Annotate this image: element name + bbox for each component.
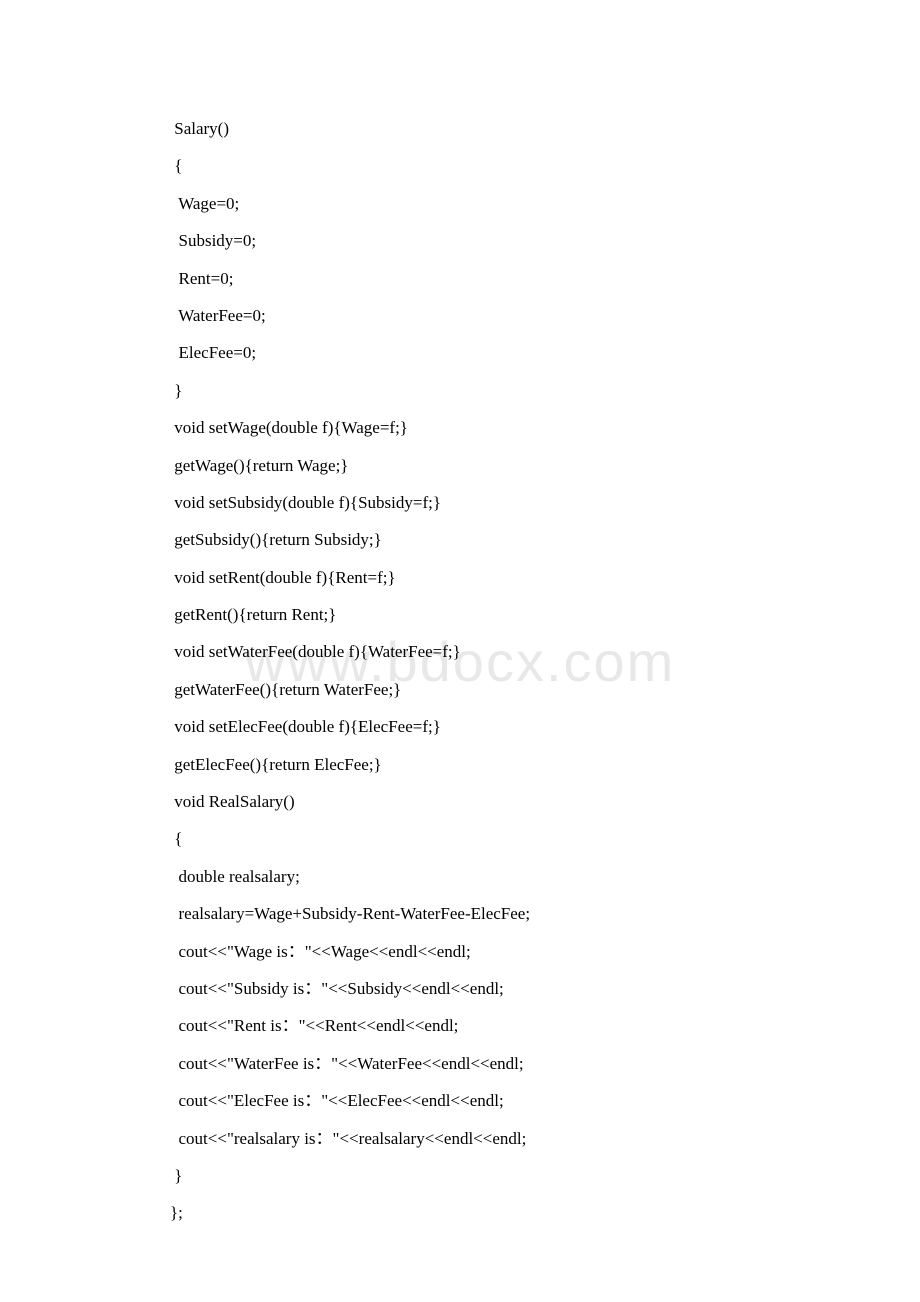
code-line: WaterFee=0; bbox=[170, 297, 770, 334]
code-line: void RealSalary() bbox=[170, 783, 770, 820]
code-line: void setElecFee(double f){ElecFee=f;} bbox=[170, 708, 770, 745]
code-line: double realsalary; bbox=[170, 858, 770, 895]
code-line: Subsidy=0; bbox=[170, 222, 770, 259]
code-line: Salary() bbox=[170, 110, 770, 147]
code-line: getRent(){return Rent;} bbox=[170, 596, 770, 633]
code-line: cout<<"Wage is："<<Wage<<endl<<endl; bbox=[170, 933, 770, 970]
code-content: Salary() { Wage=0; Subsidy=0; Rent=0; Wa… bbox=[170, 110, 770, 1232]
code-line: getElecFee(){return ElecFee;} bbox=[170, 746, 770, 783]
code-line: getWage(){return Wage;} bbox=[170, 447, 770, 484]
code-line: realsalary=Wage+Subsidy-Rent-WaterFee-El… bbox=[170, 895, 770, 932]
code-line: } bbox=[170, 372, 770, 409]
code-line: ElecFee=0; bbox=[170, 334, 770, 371]
code-line: getSubsidy(){return Subsidy;} bbox=[170, 521, 770, 558]
code-line: }; bbox=[170, 1194, 770, 1231]
code-line: void setSubsidy(double f){Subsidy=f;} bbox=[170, 484, 770, 521]
code-line: void setRent(double f){Rent=f;} bbox=[170, 559, 770, 596]
code-line: void setWaterFee(double f){WaterFee=f;} bbox=[170, 633, 770, 670]
code-line: Rent=0; bbox=[170, 260, 770, 297]
code-line: getWaterFee(){return WaterFee;} bbox=[170, 671, 770, 708]
code-line: { bbox=[170, 147, 770, 184]
code-line: Wage=0; bbox=[170, 185, 770, 222]
code-line: cout<<"Subsidy is："<<Subsidy<<endl<<endl… bbox=[170, 970, 770, 1007]
code-line: cout<<"ElecFee is："<<ElecFee<<endl<<endl… bbox=[170, 1082, 770, 1119]
code-line: { bbox=[170, 820, 770, 857]
code-line: cout<<"Rent is："<<Rent<<endl<<endl; bbox=[170, 1007, 770, 1044]
code-line: } bbox=[170, 1157, 770, 1194]
code-line: void setWage(double f){Wage=f;} bbox=[170, 409, 770, 446]
code-line: cout<<"realsalary is："<<realsalary<<endl… bbox=[170, 1120, 770, 1157]
code-line: cout<<"WaterFee is："<<WaterFee<<endl<<en… bbox=[170, 1045, 770, 1082]
